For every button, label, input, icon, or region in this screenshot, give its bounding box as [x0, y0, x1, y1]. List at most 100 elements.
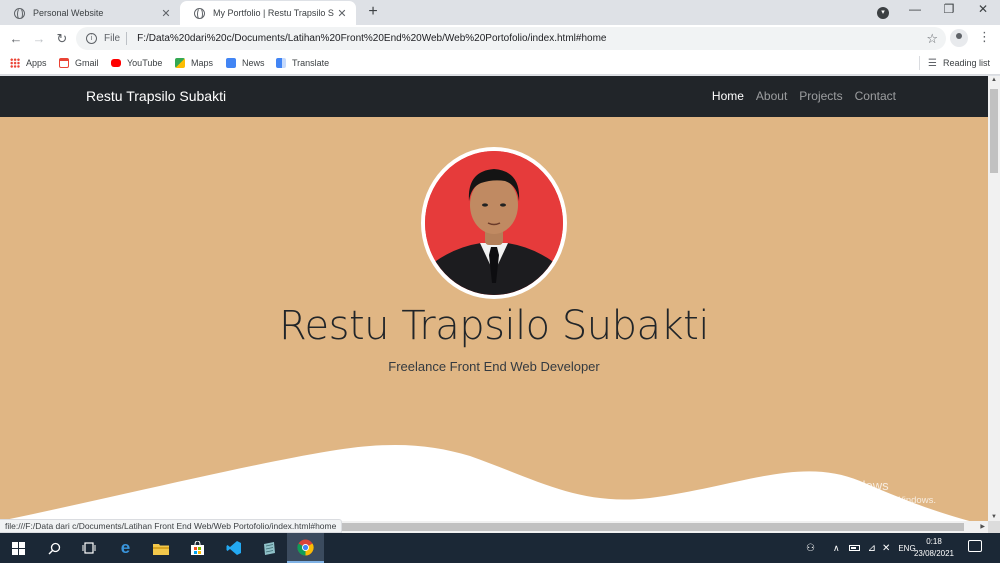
- notepad-icon: [264, 541, 275, 555]
- back-arrow-icon[interactable]: ←: [6, 29, 26, 49]
- site-navbar: Restu Trapsilo Subakti Home About Projec…: [0, 76, 988, 117]
- new-tab-button[interactable]: +: [363, 3, 383, 21]
- file-explorer-app[interactable]: [142, 533, 179, 563]
- system-tray: ⚇ ∧ ⊿ ✕ ENG: [806, 533, 916, 563]
- divider: [126, 32, 128, 45]
- scheme-label: File: [104, 33, 121, 44]
- bookmark-maps[interactable]: Maps: [175, 56, 213, 70]
- clock-time: 0:18: [926, 537, 942, 546]
- nav-links: Home About Projects Contact: [712, 89, 896, 103]
- notification-icon[interactable]: [968, 540, 982, 552]
- volume-muted-icon[interactable]: ✕: [882, 543, 890, 554]
- bookmark-label: Apps: [26, 58, 47, 68]
- reading-list-icon: ☰: [928, 57, 937, 69]
- scroll-up-icon[interactable]: ▲: [988, 77, 1000, 83]
- scroll-down-icon[interactable]: ▼: [988, 514, 1000, 520]
- youtube-icon: [111, 59, 121, 67]
- tab-personal-website[interactable]: Personal Website ✕: [0, 1, 180, 25]
- news-icon: [226, 58, 236, 68]
- restore-button[interactable]: ❐: [934, 2, 964, 16]
- site-brand[interactable]: Restu Trapsilo Subakti: [86, 88, 226, 104]
- vscode-icon: [226, 541, 241, 555]
- scroll-right-icon[interactable]: ▶: [980, 521, 985, 533]
- tab-search-icon[interactable]: ▾: [877, 7, 889, 19]
- maps-icon: [175, 58, 185, 68]
- vertical-scrollbar[interactable]: ▲ ▼: [988, 76, 1000, 521]
- profile-avatar-icon[interactable]: [950, 29, 968, 47]
- tab-my-portfolio[interactable]: My Portfolio | Restu Trapsilo Subakti ✕: [180, 1, 356, 25]
- vscode-app[interactable]: [215, 533, 252, 563]
- clock-date: 23/08/2021: [913, 549, 955, 558]
- network-icon[interactable]: ⊿: [868, 543, 876, 554]
- link-status-bar: file:///F:/Data dari c/Documents/Latihan…: [0, 519, 343, 533]
- bookmarks-bar: Apps Gmail YouTube Maps News Translate ☰…: [0, 52, 1000, 75]
- person-portrait-icon: [425, 151, 563, 295]
- reading-list-label: Reading list: [942, 58, 990, 68]
- store-app[interactable]: [179, 533, 216, 563]
- nav-home[interactable]: Home: [712, 89, 744, 103]
- folder-icon: [152, 543, 169, 555]
- hero-name: Restu Trapsilo Subakti: [279, 303, 709, 349]
- profile-photo: [421, 147, 567, 299]
- activate-windows-watermark: Activate Windows Go to Settings to activ…: [786, 478, 936, 506]
- bookmark-label: News: [242, 58, 265, 68]
- globe-icon: [194, 7, 205, 20]
- close-tab-icon[interactable]: ✕: [334, 7, 350, 20]
- reading-list-button[interactable]: ☰ Reading list: [919, 56, 990, 70]
- start-button[interactable]: [0, 533, 37, 563]
- taskbar-clock[interactable]: 0:18 23/08/2021: [904, 536, 964, 560]
- translate-icon: [276, 58, 286, 68]
- tab-title: Personal Website: [33, 8, 104, 18]
- search-button[interactable]: [36, 533, 73, 563]
- windows-taskbar: e ⚇ ∧ ⊿ ✕ ENG 0:18 23/08/2021: [0, 533, 1000, 563]
- nav-contact[interactable]: Contact: [855, 89, 896, 103]
- edge-icon: e: [120, 538, 131, 557]
- battery-icon[interactable]: [848, 545, 860, 551]
- scrollbar-thumb[interactable]: [990, 89, 998, 173]
- store-bag-icon: [191, 541, 204, 555]
- notepad-app[interactable]: [251, 533, 288, 563]
- bookmark-label: Translate: [292, 58, 330, 68]
- bookmark-label: YouTube: [127, 58, 163, 68]
- search-icon: [48, 542, 61, 554]
- browser-toolbar: ← → ↻ i File F:/Data%20dari%20c/Document…: [0, 25, 1000, 52]
- minimize-button[interactable]: —: [900, 2, 930, 16]
- scrollbar-corner: [988, 521, 1000, 533]
- bookmark-label: Maps: [191, 58, 214, 68]
- watermark-title: Activate Windows: [786, 478, 889, 493]
- hero-subtitle: Freelance Front End Web Developer: [388, 359, 600, 374]
- url-text[interactable]: F:/Data%20dari%20c/Documents/Latihan%20F…: [137, 33, 606, 44]
- nav-about[interactable]: About: [756, 89, 787, 103]
- page-viewport: Restu Trapsilo Subakti Home About Projec…: [0, 76, 988, 521]
- bookmark-translate[interactable]: Translate: [276, 56, 329, 70]
- chevron-up-icon[interactable]: ∧: [833, 543, 840, 554]
- bookmark-star-icon[interactable]: ☆: [926, 31, 938, 47]
- people-icon[interactable]: ⚇: [806, 543, 815, 554]
- close-window-button[interactable]: ✕: [968, 2, 998, 16]
- gmail-icon: [59, 58, 69, 68]
- tab-title: My Portfolio | Restu Trapsilo Subakti: [213, 8, 334, 18]
- windows-logo-icon: [12, 541, 25, 555]
- close-tab-icon[interactable]: ✕: [158, 7, 174, 20]
- address-bar[interactable]: i File F:/Data%20dari%20c/Documents/Lati…: [76, 27, 946, 50]
- bookmark-apps[interactable]: Apps: [10, 56, 47, 70]
- forward-arrow-icon[interactable]: →: [29, 29, 49, 49]
- chrome-icon: [297, 539, 314, 556]
- wave-divider: [0, 444, 970, 521]
- bookmark-youtube[interactable]: YouTube: [111, 56, 162, 70]
- globe-icon: [14, 7, 25, 20]
- menu-kebab-icon[interactable]: ⋮: [978, 29, 991, 45]
- task-view-button[interactable]: [70, 533, 107, 563]
- chrome-app[interactable]: [287, 533, 324, 563]
- bookmark-gmail[interactable]: Gmail: [59, 56, 99, 70]
- tab-strip: Personal Website ✕ My Portfolio | Restu …: [0, 0, 1000, 25]
- bookmark-label: Gmail: [75, 58, 99, 68]
- apps-grid-icon: [10, 58, 20, 68]
- bookmark-news[interactable]: News: [226, 56, 265, 70]
- info-icon[interactable]: i: [86, 33, 97, 44]
- reload-icon[interactable]: ↻: [52, 29, 72, 49]
- watermark-subtitle: Go to Settings to activate Windows.: [786, 495, 936, 506]
- task-view-icon: [82, 542, 95, 554]
- edge-app[interactable]: e: [107, 533, 144, 563]
- nav-projects[interactable]: Projects: [799, 89, 842, 103]
